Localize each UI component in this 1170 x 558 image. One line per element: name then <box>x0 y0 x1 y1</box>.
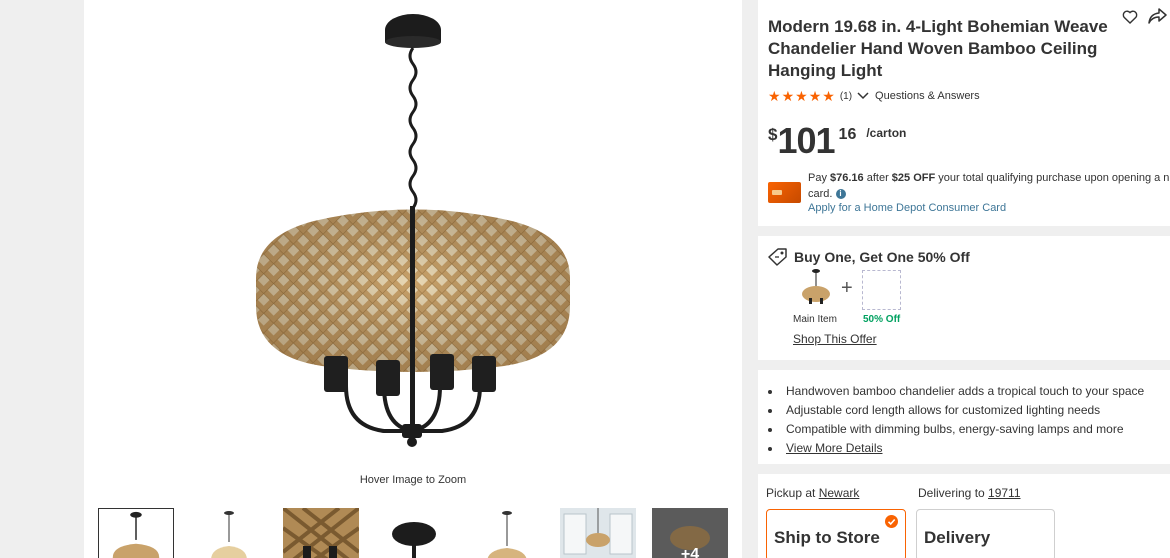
price-cents: 16 <box>838 126 857 143</box>
share-icon[interactable] <box>1147 7 1167 25</box>
thumbnail-2[interactable] <box>191 508 267 558</box>
highlight-item: Handwoven bamboo chandelier adds a tropi… <box>766 382 1144 401</box>
thumbnail-5[interactable] <box>469 508 545 558</box>
media-gallery: Hover Image to Zoom +4 <box>84 0 742 558</box>
highlight-item: Compatible with dimming bulbs, energy-sa… <box>766 420 1144 439</box>
star-icon: ★ <box>822 88 835 104</box>
highlights-card: Handwoven bamboo chandelier adds a tropi… <box>758 370 1170 464</box>
delivery-location: Delivering to 19711 <box>918 486 1021 500</box>
bogo-heading: Buy One, Get One 50% Off <box>768 248 970 266</box>
promo-text: Pay $76.16 after $25 OFF your total qual… <box>808 172 1170 200</box>
thumbnail-1[interactable] <box>98 508 174 558</box>
questions-answers-link[interactable]: Questions & Answers <box>875 90 980 102</box>
bogo-offer-card: Buy One, Get One 50% Off + Main Item 50%… <box>758 236 1170 360</box>
heart-icon[interactable] <box>1122 9 1138 25</box>
apply-card-link[interactable]: Apply for a Home Depot Consumer Card <box>808 202 1006 214</box>
shop-offer-link[interactable]: Shop This Offer <box>793 332 877 346</box>
thumbnail-6[interactable] <box>560 508 636 558</box>
promo-discount: $25 OFF <box>891 172 936 184</box>
delivery-option[interactable]: Delivery <box>916 509 1055 558</box>
view-more-details-link[interactable]: View More Details <box>786 441 882 455</box>
price: $ 101 16 /carton <box>768 122 906 160</box>
column-divider <box>742 0 758 558</box>
credit-card-icon <box>768 182 801 203</box>
price-dollars: 101 <box>777 120 835 161</box>
bogo-discount-label: 50% Off <box>863 314 901 325</box>
highlights-list: Handwoven bamboo chandelier adds a tropi… <box>766 382 1144 458</box>
thumbnail-4[interactable] <box>376 508 452 558</box>
view-more-details-item: View More Details <box>766 439 1144 458</box>
bogo-main-item-label: Main Item <box>793 314 837 325</box>
main-product-image[interactable] <box>234 6 594 456</box>
delivery-zip-link[interactable]: 19711 <box>988 486 1020 500</box>
plus-icon: + <box>841 277 853 299</box>
product-info-panel: Modern 19.68 in. 4-Light Bohemian Weave … <box>758 0 1170 558</box>
promo-pay-amount: $76.16 <box>830 172 864 184</box>
tag-icon <box>768 248 787 266</box>
highlight-item: Adjustable cord length allows for custom… <box>766 401 1144 420</box>
rating-row: ★ ★ ★ ★ ★ (1) Questions & Answers <box>768 89 980 103</box>
thumbnail-3[interactable] <box>283 508 359 558</box>
info-icon[interactable]: i <box>835 189 846 200</box>
thumbnail-7[interactable]: +4 <box>652 508 728 558</box>
ship-to-store-label: Ship to Store <box>774 528 880 547</box>
fulfillment-card: Pickup at Newark Delivering to 19711 Shi… <box>758 474 1170 558</box>
title-price-card: Modern 19.68 in. 4-Light Bohemian Weave … <box>758 0 1170 226</box>
star-icon: ★ <box>781 88 795 104</box>
star-icon: ★ <box>808 88 822 104</box>
price-currency: $ <box>768 125 778 144</box>
more-thumbnails-count: +4 <box>652 508 728 558</box>
rating-count[interactable]: (1) <box>840 91 852 102</box>
bogo-second-item-slot[interactable] <box>862 270 901 310</box>
chevron-down-icon[interactable] <box>857 92 869 100</box>
ship-to-store-option[interactable]: Ship to Store <box>766 509 906 558</box>
pickup-location: Pickup at Newark <box>766 486 860 500</box>
bogo-main-item-image[interactable] <box>796 268 836 308</box>
price-unit: /carton <box>866 126 907 140</box>
product-title: Modern 19.68 in. 4-Light Bohemian Weave … <box>768 17 1108 80</box>
delivery-label: Delivery <box>924 528 991 547</box>
star-rating[interactable]: ★ ★ ★ ★ ★ <box>768 89 835 103</box>
zoom-hint: Hover Image to Zoom <box>359 474 467 486</box>
check-icon <box>885 515 898 528</box>
star-icon: ★ <box>795 88 808 104</box>
left-gutter <box>0 0 84 558</box>
pickup-store-link[interactable]: Newark <box>819 486 860 500</box>
star-icon: ★ <box>768 88 781 104</box>
